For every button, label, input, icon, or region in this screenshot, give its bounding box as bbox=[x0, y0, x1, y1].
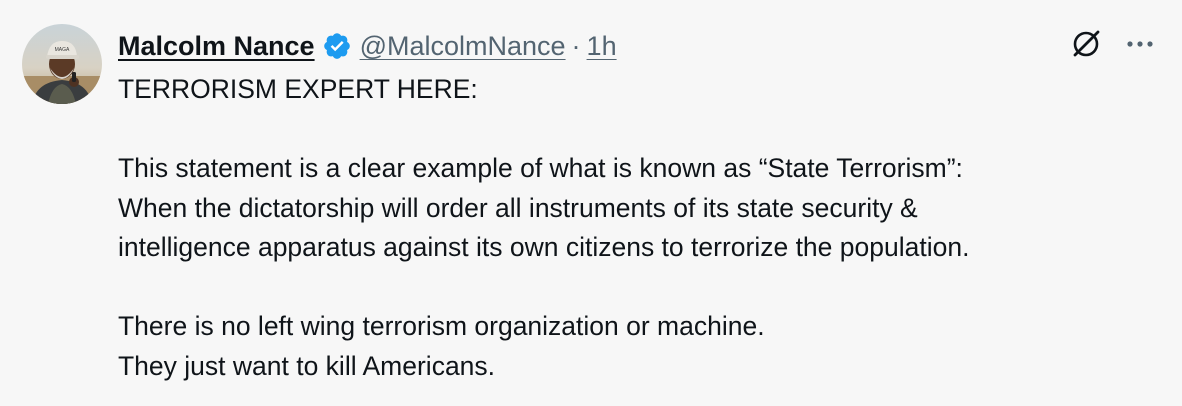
author-display-name[interactable]: Malcolm Nance bbox=[118, 31, 315, 62]
avatar-image: MAGA bbox=[22, 24, 102, 104]
author-handle[interactable]: @MalcolmNance bbox=[360, 31, 566, 62]
avatar[interactable]: MAGA bbox=[22, 24, 102, 104]
grok-icon[interactable] bbox=[1068, 26, 1104, 62]
tweet-line: TERRORISM EXPERT HERE: bbox=[118, 74, 478, 104]
tweet-text: TERRORISM EXPERT HERE: This statement is… bbox=[118, 70, 1158, 386]
svg-text:MAGA: MAGA bbox=[55, 47, 70, 53]
tweet[interactable]: MAGA Malcolm Nance @MalcolmNance · 1h TE… bbox=[0, 0, 1182, 406]
tweet-timestamp[interactable]: 1h bbox=[587, 31, 617, 62]
header-separator: · bbox=[571, 30, 581, 61]
tweet-line: There is no left wing terrorism organiza… bbox=[118, 311, 765, 341]
tweet-header: Malcolm Nance @MalcolmNance · 1h bbox=[118, 28, 617, 64]
tweet-actions bbox=[1068, 26, 1158, 62]
tweet-line-blank bbox=[118, 268, 1158, 308]
tweet-line-blank bbox=[118, 110, 1158, 150]
tweet-line: This statement is a clear example of wha… bbox=[118, 153, 963, 183]
more-icon[interactable] bbox=[1122, 26, 1158, 62]
tweet-line: intelligence apparatus against its own c… bbox=[118, 232, 970, 262]
tweet-line: When the dictatorship will order all ins… bbox=[118, 192, 918, 223]
verified-badge-icon[interactable] bbox=[322, 31, 352, 61]
tweet-line: They just want to kill Americans. bbox=[118, 350, 496, 381]
